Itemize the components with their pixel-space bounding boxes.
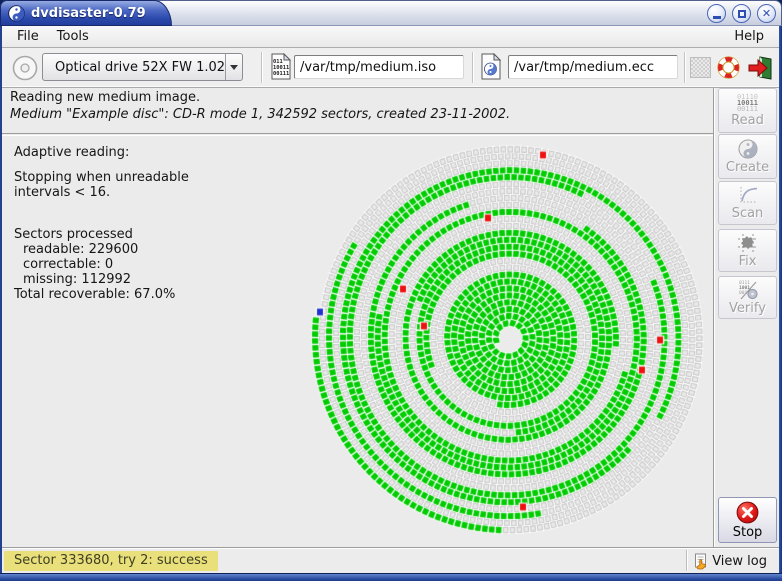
- status-line-medium: Medium "Example disc": CD-R mode 1, 3425…: [10, 107, 510, 122]
- toolbar-separator: [472, 52, 474, 83]
- statusbar: Sector 333680, try 2: success View log: [2, 547, 779, 573]
- drive-icon: [12, 55, 38, 81]
- view-log-icon: [693, 553, 709, 570]
- stop-icon: [736, 501, 759, 524]
- title-tab: dvdisaster-0.79: [0, 0, 172, 26]
- create-label: Create: [726, 160, 769, 175]
- create-button: Create: [718, 134, 777, 179]
- scan-curve-icon: [737, 185, 759, 205]
- minimize-button[interactable]: [707, 4, 726, 23]
- quit-icon[interactable]: [747, 55, 773, 81]
- maximize-button[interactable]: [732, 4, 751, 23]
- svg-text:00111: 00111: [273, 71, 289, 77]
- header-separator: [2, 133, 713, 136]
- menu-help[interactable]: Help: [725, 28, 773, 45]
- main-area: Reading new medium image. Medium "Exampl…: [2, 88, 779, 547]
- total-recoverable: Total recoverable: 67.0%: [14, 287, 189, 302]
- menu-tools[interactable]: Tools: [48, 28, 98, 45]
- read-button: 01110 10011 00111 Read: [718, 88, 777, 133]
- read-label: Read: [731, 113, 764, 128]
- sectors-readable: readable: 229600: [14, 242, 189, 257]
- verify-button: 0111 1001 0011 Verify: [718, 276, 777, 319]
- fix-label: Fix: [739, 254, 757, 269]
- iso-path-input[interactable]: [294, 55, 464, 79]
- menu-file[interactable]: File: [8, 28, 48, 45]
- toolbar-separator: [684, 52, 686, 83]
- scan-label: Scan: [732, 206, 764, 221]
- toolbar: Optical drive 52X FW 1.02 011 10011 0011…: [2, 48, 779, 88]
- window-border-bottom: [0, 573, 782, 581]
- close-icon: ✕: [762, 8, 771, 19]
- sectors-missing: missing: 112992: [14, 272, 189, 287]
- help-lifesaver-icon[interactable]: [716, 55, 741, 80]
- fix-button: Fix: [718, 229, 777, 272]
- verify-compare-icon: 0111 1001 0011: [737, 279, 759, 300]
- status-message: Sector 333680, try 2: success: [4, 551, 218, 571]
- stop-label: Stop: [733, 525, 763, 540]
- sectors-title: Sectors processed: [14, 227, 189, 242]
- chevron-down-icon: [225, 54, 242, 80]
- window-border-left: [0, 26, 2, 573]
- toolbar-separator: [261, 52, 263, 83]
- ecc-file-icon: [480, 53, 502, 81]
- stop-criterion-line1: Stopping when unreadable: [14, 170, 189, 185]
- iso-file-icon: 011 10011 00111: [270, 53, 292, 81]
- status-line-action: Reading new medium image.: [10, 90, 200, 105]
- minimize-icon: [713, 16, 721, 19]
- close-button[interactable]: ✕: [757, 4, 776, 23]
- reading-mode-label: Adaptive reading:: [14, 145, 189, 160]
- app-icon: [8, 5, 25, 22]
- stop-button[interactable]: Stop: [718, 497, 777, 543]
- scan-button: Scan: [718, 181, 777, 225]
- drive-select-value: Optical drive 52X FW 1.02: [43, 60, 225, 75]
- sectors-correctable: correctable: 0: [14, 257, 189, 272]
- sidebar-separator: [713, 88, 715, 547]
- view-log-label: View log: [712, 554, 767, 569]
- menubar: File Tools Help: [2, 26, 779, 48]
- drive-select[interactable]: Optical drive 52X FW 1.02: [42, 53, 243, 81]
- create-yinyang-icon: [738, 139, 758, 159]
- window-title: dvdisaster-0.79: [31, 6, 146, 21]
- stop-criterion-line2: intervals < 16.: [14, 185, 189, 200]
- verify-label: Verify: [729, 301, 766, 316]
- preferences-icon: [690, 57, 711, 78]
- maximize-icon: [738, 10, 746, 18]
- window-controls: ✕: [707, 4, 776, 23]
- read-icon: 01110 10011 00111: [737, 94, 758, 112]
- info-panel: Adaptive reading: Stopping when unreadab…: [14, 145, 189, 302]
- view-log-button[interactable]: View log: [693, 551, 767, 571]
- statusbar-separator: [686, 550, 688, 571]
- fix-puzzle-icon: [737, 233, 759, 253]
- ecc-path-input[interactable]: [508, 55, 678, 79]
